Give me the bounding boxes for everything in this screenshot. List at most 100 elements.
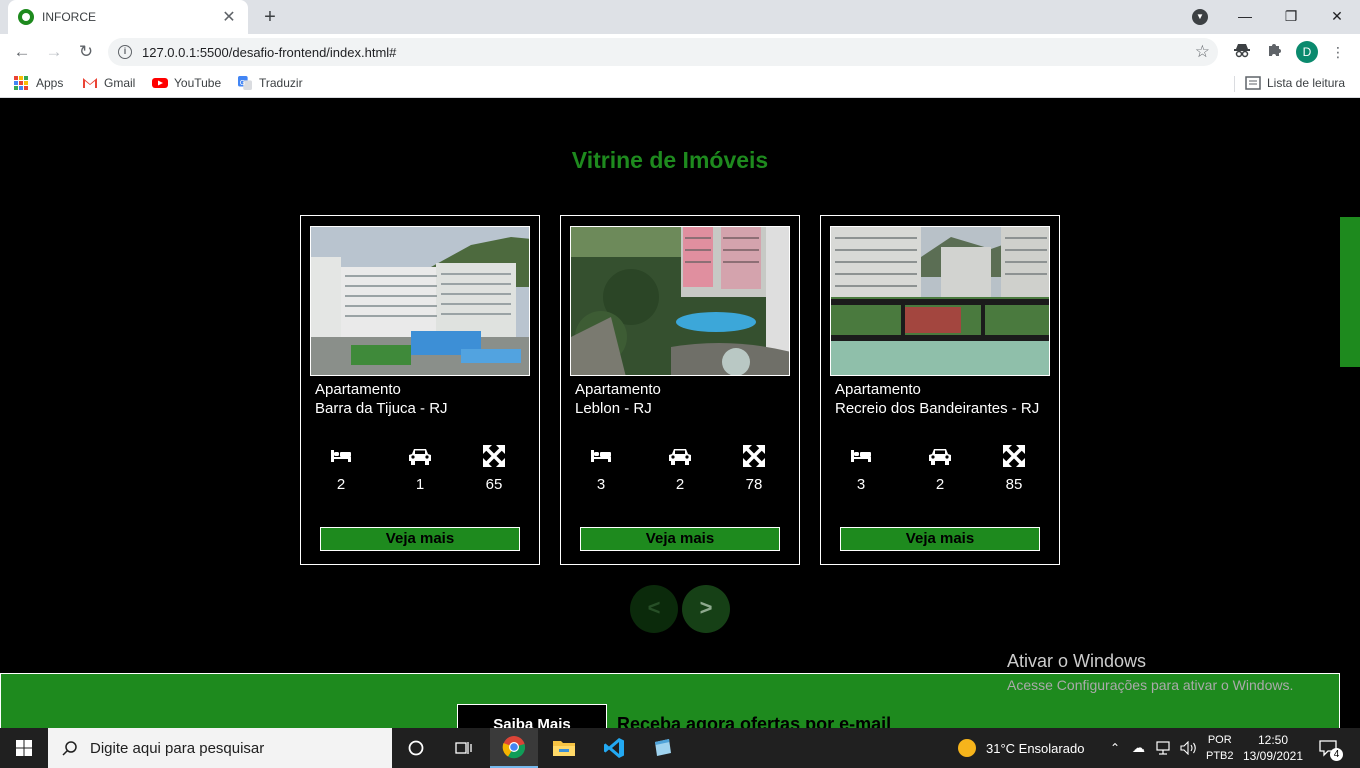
close-window-icon[interactable]: ✕ bbox=[1314, 0, 1360, 34]
bookmark-traduzir[interactable]: G Traduzir bbox=[237, 76, 303, 90]
task-view-icon[interactable] bbox=[440, 728, 488, 768]
bookmark-label: Traduzir bbox=[259, 76, 303, 90]
profile-avatar[interactable]: D bbox=[1296, 41, 1318, 63]
taskbar-clock[interactable]: 12:50 13/09/2021 bbox=[1240, 732, 1306, 764]
tab-search-icon[interactable]: ▼ bbox=[1192, 9, 1208, 25]
windows-taskbar: Digite aqui para pesquisar 31°C Ensolara… bbox=[0, 728, 1360, 768]
veja-mais-button[interactable]: Veja mais bbox=[320, 527, 520, 551]
bookmarks-bar: Apps Gmail YouTube G Traduzir Lista de l… bbox=[0, 70, 1360, 98]
property-type: Apartamento bbox=[315, 381, 401, 398]
expand-arrows-icon bbox=[1003, 445, 1025, 467]
carousel-next-button[interactable]: > bbox=[682, 585, 730, 633]
car-icon bbox=[669, 449, 691, 465]
windows-activation-title: Ativar o Windows bbox=[1007, 651, 1147, 671]
bedrooms-feature: 3 bbox=[841, 444, 881, 493]
more-menu-icon[interactable]: ⋮ bbox=[1328, 42, 1348, 62]
vscode-icon[interactable] bbox=[590, 728, 638, 768]
weather-text: 31°C Ensolarado bbox=[986, 740, 1085, 756]
forward-icon[interactable]: → bbox=[42, 40, 66, 64]
minimize-icon[interactable]: — bbox=[1222, 0, 1268, 34]
veja-mais-button[interactable]: Veja mais bbox=[840, 527, 1040, 551]
reading-list-label: Lista de leitura bbox=[1267, 76, 1346, 90]
saiba-mais-button[interactable]: Saiba Mais bbox=[457, 704, 607, 728]
property-card: Apartamento Recreio dos Bandeirantes - R… bbox=[820, 215, 1060, 565]
carousel-prev-button[interactable]: < bbox=[630, 585, 678, 633]
parking-count: 1 bbox=[415, 476, 425, 493]
bookmark-label: Gmail bbox=[104, 76, 136, 90]
browser-toolbar: ← → ↻ i 127.0.0.1:5500/desafio-frontend/… bbox=[0, 34, 1360, 70]
parking-feature: 1 bbox=[400, 444, 440, 493]
site-info-icon[interactable]: i bbox=[118, 45, 132, 59]
property-type: Apartamento bbox=[835, 381, 921, 398]
reading-list-icon bbox=[1245, 76, 1261, 90]
area-value: 85 bbox=[1005, 476, 1023, 493]
chrome-taskbar-icon[interactable] bbox=[490, 728, 538, 768]
search-placeholder: Digite aqui para pesquisar bbox=[90, 739, 265, 757]
apps-grid-icon bbox=[14, 76, 28, 90]
parking-count: 2 bbox=[675, 476, 685, 493]
property-type: Apartamento bbox=[575, 381, 661, 398]
new-tab-icon[interactable]: + bbox=[258, 5, 282, 29]
restore-icon[interactable]: ❐ bbox=[1268, 0, 1314, 34]
extensions-puzzle-icon[interactable] bbox=[1264, 42, 1284, 62]
newsletter-text: Receba agora ofertas por e-mail bbox=[617, 714, 892, 728]
browser-tab[interactable]: INFORCE ✕ bbox=[8, 0, 248, 34]
network-icon[interactable] bbox=[1156, 728, 1174, 768]
language-indicator[interactable]: POR PTB2 bbox=[1206, 728, 1234, 768]
scrollbar-thumb[interactable] bbox=[1340, 217, 1360, 367]
volume-icon[interactable] bbox=[1180, 728, 1198, 768]
property-location: Barra da Tijuca - RJ bbox=[315, 400, 448, 417]
youtube-icon bbox=[152, 78, 168, 88]
close-tab-icon[interactable]: ✕ bbox=[220, 7, 238, 27]
car-icon bbox=[929, 449, 951, 465]
property-photo bbox=[570, 226, 790, 376]
clock-date: 13/09/2021 bbox=[1242, 749, 1304, 763]
keyboard-layout: PTB2 bbox=[1206, 750, 1234, 762]
svg-text:G: G bbox=[240, 80, 245, 87]
bed-icon bbox=[331, 450, 351, 462]
cloud-sync-icon[interactable]: ☁ bbox=[1132, 728, 1145, 768]
property-card: Apartamento Barra da Tijuca - RJ 2 1 65 … bbox=[300, 215, 540, 565]
reading-list[interactable]: Lista de leitura bbox=[1245, 76, 1345, 90]
bedrooms-count: 2 bbox=[336, 476, 346, 493]
expand-arrows-icon bbox=[743, 445, 765, 467]
divider bbox=[1234, 76, 1235, 92]
bedrooms-count: 3 bbox=[856, 476, 866, 493]
expand-arrows-icon bbox=[483, 445, 505, 467]
windows-activation-subtitle: Acesse Configurações para ativar o Windo… bbox=[1007, 677, 1294, 693]
gmail-icon bbox=[83, 78, 97, 88]
bed-icon bbox=[851, 450, 871, 462]
browser-tab-bar: INFORCE ✕ + ▼ — ❐ ✕ bbox=[0, 0, 1360, 34]
reload-icon[interactable]: ↻ bbox=[74, 40, 98, 64]
url-text[interactable]: 127.0.0.1:5500/desafio-frontend/index.ht… bbox=[142, 45, 396, 60]
cortana-icon[interactable] bbox=[392, 728, 440, 768]
bedrooms-count: 3 bbox=[596, 476, 606, 493]
show-hidden-icons[interactable]: ⌃ bbox=[1110, 728, 1120, 768]
bookmark-star-icon[interactable]: ☆ bbox=[1195, 42, 1210, 62]
bed-icon bbox=[591, 450, 611, 462]
bookmark-gmail[interactable]: Gmail bbox=[82, 76, 135, 90]
property-location: Recreio dos Bandeirantes - RJ bbox=[835, 400, 1040, 417]
property-location: Leblon - RJ bbox=[575, 400, 652, 417]
address-bar[interactable]: i 127.0.0.1:5500/desafio-frontend/index.… bbox=[108, 38, 1218, 66]
veja-mais-button[interactable]: Veja mais bbox=[580, 527, 780, 551]
google-translate-icon: G bbox=[238, 76, 252, 90]
notifications-button[interactable]: 4 bbox=[1318, 728, 1343, 768]
bookmark-youtube[interactable]: YouTube bbox=[152, 76, 221, 90]
windows-start-button[interactable] bbox=[0, 728, 48, 768]
file-explorer-icon[interactable] bbox=[540, 728, 588, 768]
page-content: Vitrine de Imóveis Apartamento Barra da … bbox=[0, 103, 1360, 728]
back-icon[interactable]: ← bbox=[10, 40, 34, 64]
bookmark-label: YouTube bbox=[174, 76, 222, 90]
parking-feature: 2 bbox=[660, 444, 700, 493]
weather-widget[interactable]: 31°C Ensolarado bbox=[958, 728, 1084, 768]
area-feature: 78 bbox=[734, 444, 774, 493]
parking-count: 2 bbox=[935, 476, 945, 493]
incognito-extension-icon[interactable] bbox=[1232, 42, 1252, 62]
taskbar-search-box[interactable]: Digite aqui para pesquisar bbox=[48, 728, 392, 768]
notification-count: 4 bbox=[1330, 748, 1343, 761]
property-photo bbox=[830, 226, 1050, 376]
parking-feature: 2 bbox=[920, 444, 960, 493]
notepad-app-icon[interactable] bbox=[638, 728, 686, 768]
bookmark-apps[interactable]: Apps bbox=[14, 76, 63, 90]
